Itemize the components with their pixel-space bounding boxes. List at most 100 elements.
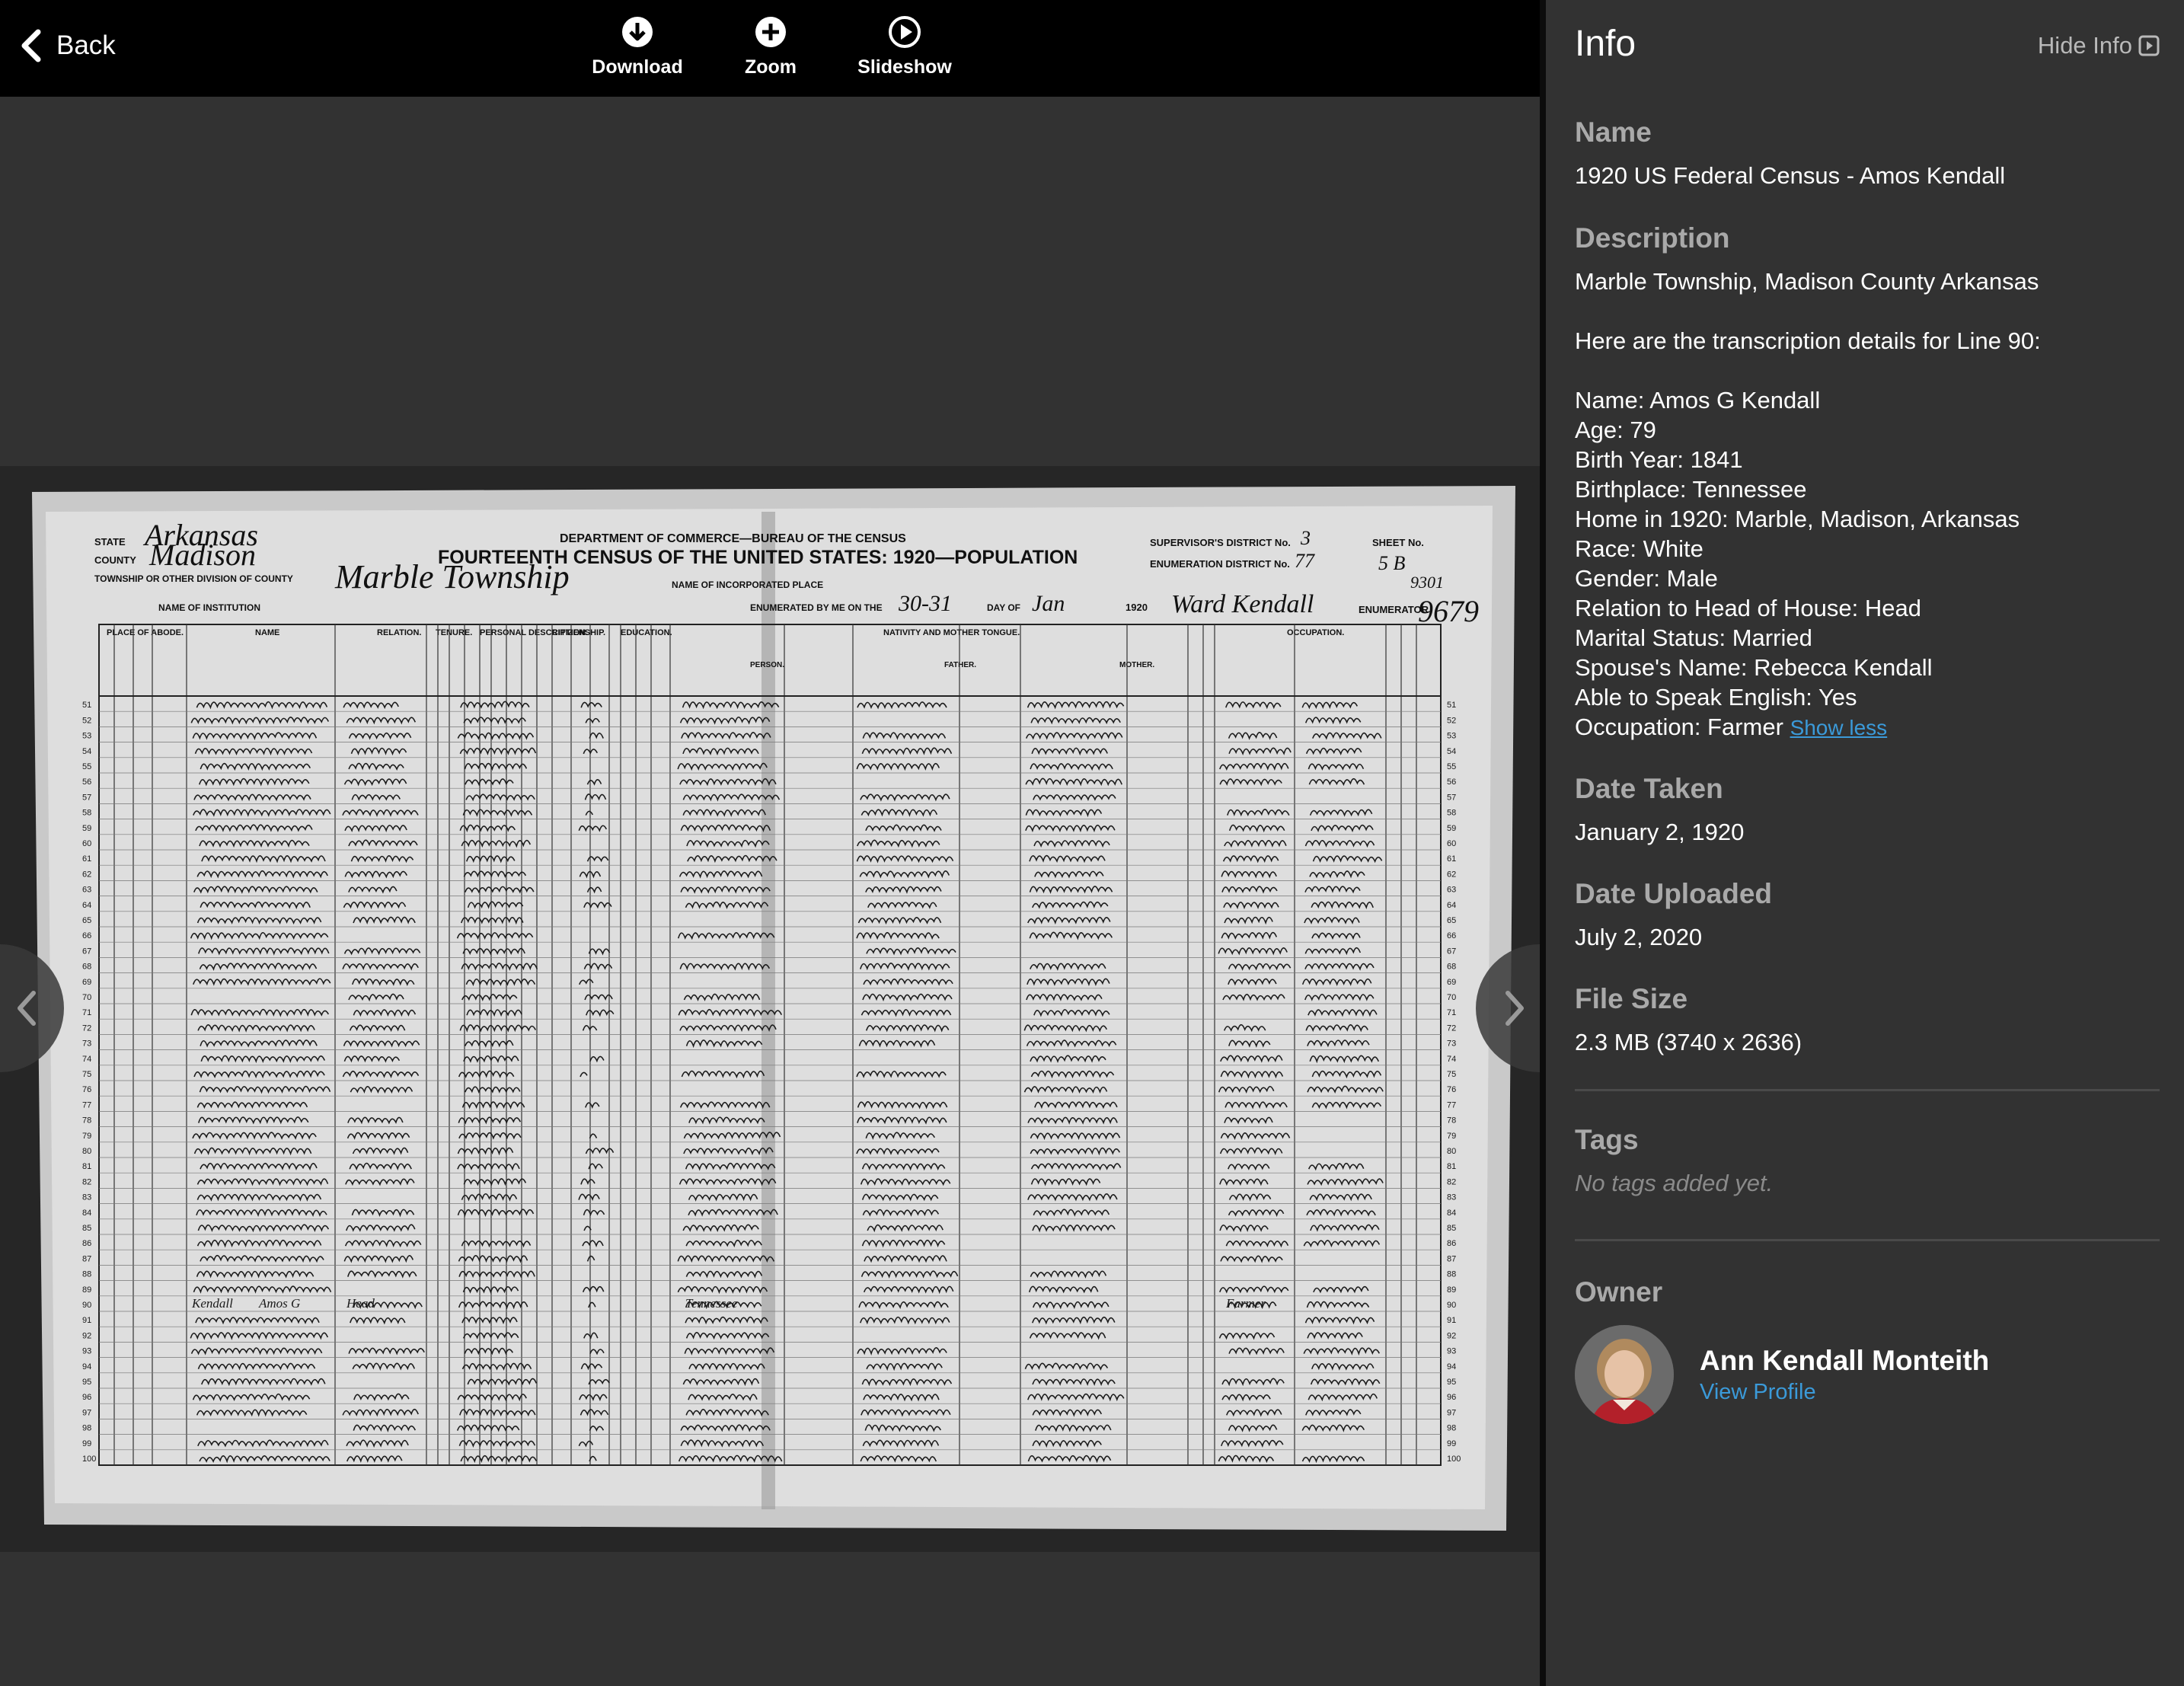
chevron-left-icon bbox=[21, 29, 41, 62]
section-divider bbox=[1575, 1089, 2160, 1091]
line-number: 89 bbox=[1447, 1285, 1456, 1295]
description-line: Race: White bbox=[1575, 535, 1703, 562]
line-number: 71 bbox=[1447, 1008, 1456, 1017]
line-number: 79 bbox=[82, 1132, 91, 1141]
description-line: Here are the transcription details for L… bbox=[1575, 327, 2041, 354]
file-size-section: File Size 2.3 MB (3740 x 2636) bbox=[1575, 983, 2160, 1057]
line-number: 59 bbox=[1447, 824, 1456, 833]
line-number: 56 bbox=[82, 778, 91, 787]
line-number: 99 bbox=[82, 1439, 91, 1448]
line-number: 61 bbox=[1447, 854, 1456, 864]
column-subheading: PERSON. bbox=[750, 661, 784, 669]
next-image-button[interactable] bbox=[1476, 944, 1540, 1072]
file-size-value: 2.3 MB (3740 x 2636) bbox=[1575, 1029, 1802, 1055]
description-line: Spouse's Name: Rebecca Kendall bbox=[1575, 654, 1933, 681]
line-number: 96 bbox=[1447, 1393, 1456, 1402]
line-number: 66 bbox=[82, 931, 91, 940]
download-circle-icon bbox=[622, 17, 653, 47]
viewer-toolbar: Back Download Zoom Slideshow bbox=[0, 0, 1540, 97]
day-handwritten: 30-31 bbox=[898, 591, 952, 616]
date-uploaded-value: July 2, 2020 bbox=[1575, 924, 1703, 950]
view-profile-link[interactable]: View Profile bbox=[1700, 1380, 1989, 1405]
sheet-handwritten: 5 B bbox=[1378, 552, 1406, 574]
slideshow-label: Slideshow bbox=[857, 56, 952, 78]
back-label: Back bbox=[56, 30, 116, 60]
line-number: 78 bbox=[82, 1116, 91, 1126]
avatar[interactable] bbox=[1575, 1325, 1674, 1424]
description-line: Marital Status: Married bbox=[1575, 624, 1812, 651]
description-spacer bbox=[1575, 356, 2160, 385]
name-value: 1920 US Federal Census - Amos Kendall bbox=[1575, 162, 2006, 189]
supervisor-district-label: SUPERVISOR'S DISTRICT No. bbox=[1150, 537, 1291, 548]
line-number: 81 bbox=[82, 1162, 91, 1171]
line-number: 93 bbox=[82, 1347, 91, 1356]
description-line: Age: 79 bbox=[1575, 417, 1656, 443]
description-line: Able to Speak English: Yes bbox=[1575, 684, 1857, 710]
slideshow-button[interactable]: Slideshow bbox=[844, 15, 966, 78]
column-heading: NAME bbox=[255, 628, 279, 637]
line-number: 78 bbox=[1447, 1116, 1456, 1126]
owner-info: Ann Kendall Monteith View Profile bbox=[1700, 1345, 1989, 1405]
description-line: Occupation: Farmer Show less bbox=[1575, 714, 1888, 740]
line-number: 76 bbox=[82, 1085, 91, 1094]
line-number: 84 bbox=[82, 1209, 91, 1218]
line-number: 94 bbox=[1447, 1362, 1456, 1371]
line-number: 85 bbox=[1447, 1224, 1456, 1233]
panel-title: Info bbox=[1575, 24, 1636, 64]
line-number: 76 bbox=[1447, 1085, 1456, 1094]
line-number: 67 bbox=[1447, 947, 1456, 956]
line-number: 61 bbox=[82, 854, 91, 864]
download-button[interactable]: Download bbox=[576, 15, 698, 78]
line-number: 60 bbox=[1447, 839, 1456, 848]
supervisor-handwritten: 3 bbox=[1300, 527, 1311, 549]
line-number: 70 bbox=[82, 993, 91, 1002]
line-number: 85 bbox=[82, 1224, 91, 1233]
description-section: Description Marble Township, Madison Cou… bbox=[1575, 222, 2160, 742]
line-number: 79 bbox=[1447, 1132, 1456, 1141]
column-heading: CITIZENSHIP. bbox=[552, 628, 605, 637]
line-number: 88 bbox=[82, 1270, 91, 1279]
line-number: 69 bbox=[1447, 978, 1456, 987]
hide-info-button[interactable]: Hide Info bbox=[2038, 32, 2160, 59]
column-heading: PLACE OF ABODE. bbox=[107, 628, 184, 637]
zoom-button[interactable]: Zoom bbox=[710, 15, 832, 78]
line-number: 63 bbox=[1447, 886, 1456, 895]
show-less-link[interactable]: Show less bbox=[1790, 716, 1888, 739]
section-divider bbox=[1575, 1239, 2160, 1241]
description-line: Home in 1920: Marble, Madison, Arkansas bbox=[1575, 506, 2020, 532]
line-number: 92 bbox=[82, 1331, 91, 1340]
line-number: 69 bbox=[82, 978, 91, 987]
line-number: 72 bbox=[82, 1023, 91, 1033]
enumeration-handwritten: 77 bbox=[1295, 550, 1315, 572]
line-number: 99 bbox=[1447, 1439, 1456, 1448]
enumerated-label: ENUMERATED BY ME ON THE bbox=[750, 602, 883, 613]
description-line: Birth Year: 1841 bbox=[1575, 446, 1743, 473]
zoom-label: Zoom bbox=[744, 56, 797, 78]
line-number: 54 bbox=[82, 747, 91, 756]
line-number: 58 bbox=[82, 809, 91, 818]
stamp-side-number: 9679 bbox=[1418, 594, 1479, 628]
name-section: Name 1920 US Federal Census - Amos Kenda… bbox=[1575, 117, 2160, 190]
county-handwritten: Madison bbox=[148, 538, 256, 572]
line-number: 80 bbox=[1447, 1147, 1456, 1156]
line-number: 52 bbox=[82, 716, 91, 725]
back-button[interactable]: Back bbox=[17, 23, 116, 69]
month-handwritten: Jan bbox=[1032, 591, 1065, 616]
entry-occupation: Farmer bbox=[1225, 1296, 1266, 1311]
enumeration-district-label: ENUMERATION DISTRICT No. bbox=[1150, 558, 1290, 570]
description-line: Marble Township, Madison County Arkansas bbox=[1575, 268, 2039, 295]
date-uploaded-label: Date Uploaded bbox=[1575, 878, 1773, 909]
township-handwritten: Marble Township bbox=[334, 558, 570, 596]
line-number: 53 bbox=[1447, 732, 1456, 741]
stamp-number: 9301 bbox=[1410, 573, 1444, 592]
line-number: 94 bbox=[82, 1362, 91, 1371]
date-taken-value: January 2, 1920 bbox=[1575, 819, 1745, 845]
owner-section: Owner Ann Kendall Monteith View Profile bbox=[1575, 1276, 2160, 1424]
year-printed: 1920 bbox=[1126, 602, 1148, 613]
tags-section: Tags No tags added yet. bbox=[1575, 1124, 2160, 1198]
previous-image-button[interactable] bbox=[0, 944, 64, 1072]
line-number: 90 bbox=[82, 1301, 91, 1310]
column-subheading: MOTHER. bbox=[1119, 661, 1154, 669]
line-number: 74 bbox=[82, 1055, 91, 1064]
line-number: 63 bbox=[82, 886, 91, 895]
